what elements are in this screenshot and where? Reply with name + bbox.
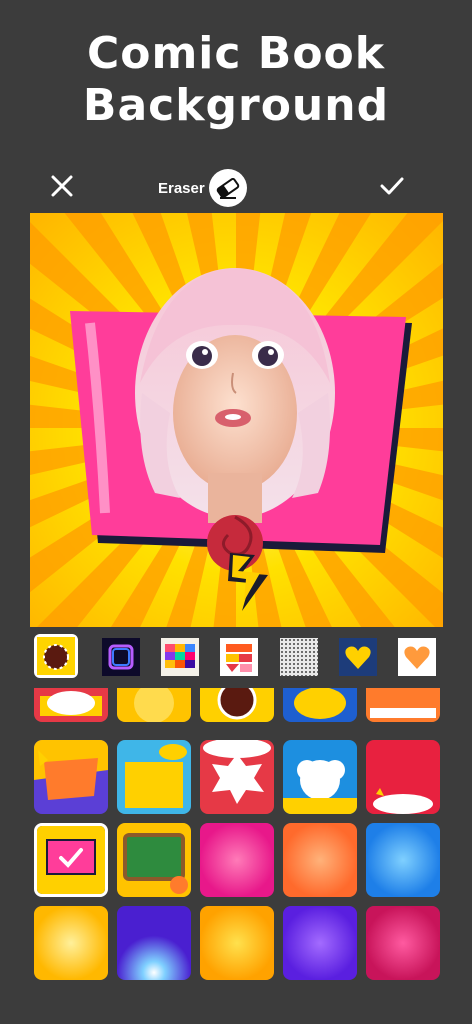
category-thumbnails <box>30 634 450 682</box>
close-button[interactable] <box>46 170 78 202</box>
headline-line-2: Background <box>82 80 390 131</box>
thumbnail-orange-heart[interactable] <box>398 638 436 676</box>
confirm-button[interactable] <box>376 170 408 202</box>
background-tile[interactable] <box>34 906 108 980</box>
red-orange-shapes-thumbnail <box>220 638 258 676</box>
background-tile[interactable] <box>200 688 274 722</box>
close-icon <box>51 175 73 197</box>
background-tile[interactable] <box>200 823 274 897</box>
comic-frame-burst-thumbnail <box>37 637 75 675</box>
background-tile[interactable] <box>366 740 440 814</box>
background-grid <box>30 688 450 988</box>
eraser-button[interactable]: Eraser <box>158 168 247 208</box>
background-tile[interactable] <box>117 906 191 980</box>
background-tile[interactable] <box>34 740 108 814</box>
thumbnail-color-blocks[interactable] <box>161 638 199 676</box>
orange-heart-thumbnail <box>398 638 436 676</box>
headline: Comic Book Background <box>0 28 472 132</box>
eraser-label: Eraser <box>158 179 205 197</box>
background-tile[interactable] <box>117 740 191 814</box>
background-tile[interactable] <box>283 823 357 897</box>
background-tile[interactable] <box>283 906 357 980</box>
thumbnail-halftone-pattern[interactable] <box>280 638 318 676</box>
eraser-icon-circle <box>208 169 247 207</box>
editor-toolbar: Eraser <box>0 168 472 208</box>
background-tile[interactable] <box>283 740 357 814</box>
eraser-icon <box>216 177 239 199</box>
thumbnail-yellow-heart[interactable] <box>339 638 377 676</box>
background-tile[interactable] <box>117 823 191 897</box>
background-tile[interactable] <box>34 688 108 722</box>
background-tile[interactable] <box>200 740 274 814</box>
thumbnail-comic-frame-burst[interactable] <box>34 634 78 678</box>
background-tile[interactable] <box>366 688 440 722</box>
thumbnail-red-orange-shapes[interactable] <box>220 638 258 676</box>
headline-line-1: Comic Book <box>86 28 386 79</box>
halftone-pattern-thumbnail <box>280 638 318 676</box>
background-tile[interactable] <box>366 906 440 980</box>
neon-square-frame-thumbnail <box>102 638 140 676</box>
background-tile-selected[interactable] <box>34 823 108 897</box>
background-tile[interactable] <box>200 906 274 980</box>
background-tile[interactable] <box>366 823 440 897</box>
comic-burst-background <box>30 213 443 627</box>
background-tile[interactable] <box>117 688 191 722</box>
checkmark-icon <box>380 177 404 195</box>
thumbnail-neon-square-frame[interactable] <box>102 638 140 676</box>
yellow-heart-thumbnail <box>339 638 377 676</box>
background-tile[interactable] <box>283 688 357 722</box>
color-blocks-thumbnail <box>161 638 199 676</box>
edit-canvas[interactable] <box>30 213 443 627</box>
